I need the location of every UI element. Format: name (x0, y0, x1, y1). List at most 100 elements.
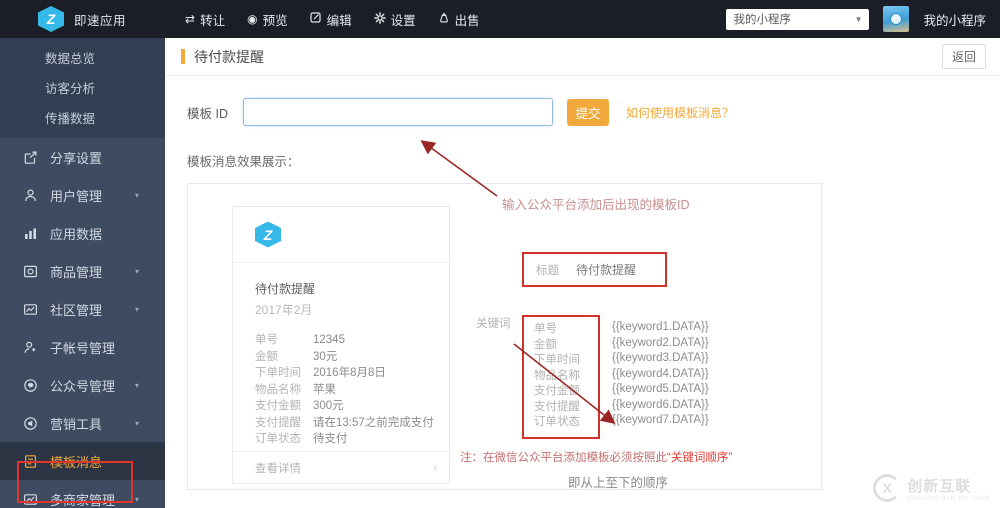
chevron-down-icon: ▼ (854, 14, 863, 24)
keyword-value: {{keyword7.DATA}} (612, 414, 709, 426)
sidebar-item-visitor-analysis[interactable]: 访客分析 (0, 72, 165, 102)
row-value: 苹果 (313, 383, 336, 396)
row-key: 支付提醒 (255, 416, 301, 429)
preview-demo-box: Z 待付款提醒 2017年2月 单号 12345 金额 30元 下单时间 201… (187, 183, 822, 490)
title-accent-bar (181, 49, 185, 64)
sidebar-item-official-account-management[interactable]: 公众号管理 ▾ (0, 366, 165, 404)
top-menu-edit-label: 编辑 (326, 13, 352, 28)
app-select-dropdown[interactable]: 我的小程序 ▼ (726, 8, 870, 30)
sidebar-item-app-data[interactable]: 应用数据 (0, 214, 165, 252)
keyword-name: 物品名称 (534, 369, 580, 382)
top-menu-sell[interactable]: 出售 (438, 10, 480, 29)
row-value: 300元 (313, 400, 344, 412)
sidebar-item-label: 多商家管理 (50, 492, 116, 508)
sidebar-item-label: 商品管理 (50, 264, 103, 280)
top-menu-settings-label: 设置 (390, 13, 416, 28)
table-row: 支付提醒 请在13:57之前完成支付 (255, 415, 449, 432)
top-menu-preview-label: 预览 (262, 13, 288, 28)
sidebar-item-community-management[interactable]: 社区管理 ▾ (0, 290, 165, 328)
z-hexagon-logo-icon: Z (38, 6, 64, 32)
sidebar-item-label: 分享设置 (50, 150, 103, 166)
top-menu-transfer[interactable]: ⇄ 转让 (185, 10, 225, 29)
annotation-box-keywords: 单号 金额 下单时间 物品名称 支付金额 支付提醒 订单状态 (522, 315, 600, 439)
sidebar-item-share-settings[interactable]: 分享设置 (0, 138, 165, 176)
how-to-use-link[interactable]: 如何使用模板消息？ (626, 104, 734, 121)
chevron-down-icon: ▾ (134, 266, 139, 276)
explain-title-row: 标题 标题 待付款提醒 (476, 252, 816, 287)
keyword-name: 支付提醒 (534, 400, 580, 413)
sidebar-item-label: 模板消息 (50, 454, 103, 470)
goods-icon (22, 263, 39, 280)
keyword-name: 支付金额 (534, 385, 580, 397)
template-id-form-row: 模板 ID 提交 如何使用模板消息？ (165, 98, 1000, 126)
row-key: 订单状态 (255, 433, 301, 445)
card-date: 2017年2月 (255, 303, 313, 317)
chevron-down-icon: ▾ (134, 418, 139, 428)
top-menu-sell-label: 出售 (454, 13, 480, 28)
table-row: 下单时间 2016年8月8日 (255, 365, 449, 382)
card-body: 待付款提醒 2017年2月 单号 12345 金额 30元 下单时间 2016年… (233, 263, 449, 448)
template-id-input[interactable] (243, 98, 553, 126)
keyword-value: {{keyword6.DATA}} (612, 398, 709, 411)
top-menu-transfer-label: 转让 (200, 13, 226, 28)
official-account-icon (22, 377, 39, 394)
preview-eye-icon: ◉ (247, 12, 258, 26)
row-key: 单号 (255, 334, 278, 346)
table-row: 金额 30元 (255, 349, 449, 366)
card-detail-label: 查看详情 (255, 462, 301, 475)
sidebar-item-marketing-tools[interactable]: 营销工具 ▾ (0, 404, 165, 442)
sidebar-sub-label: 数据总览 (45, 51, 96, 66)
return-button[interactable]: 返回 (942, 44, 986, 69)
sidebar-item-spread-data[interactable]: 传播数据 (0, 102, 165, 132)
sidebar-item-label: 营销工具 (50, 416, 103, 432)
sub-account-icon (22, 339, 39, 356)
keyword-value: {{keyword5.DATA}} (612, 383, 709, 395)
row-value: 30元 (313, 350, 338, 363)
community-icon (22, 301, 39, 318)
template-explain-panel: 标题 标题 待付款提醒 关键词 单号 金额 下单时间 物品名称 (476, 252, 816, 439)
table-row: 物品名称 苹果 (255, 382, 449, 399)
row-value: 待支付 (313, 433, 348, 445)
sidebar-item-goods-management[interactable]: 商品管理 ▾ (0, 252, 165, 290)
edit-pencil-icon (309, 12, 322, 26)
avatar[interactable] (883, 6, 910, 32)
top-right-zone: 我的小程序 ▼ 我的小程序 (726, 6, 1000, 32)
sidebar-item-multi-merchant-management[interactable]: 多商家管理 ▾ (0, 480, 165, 508)
template-message-card: Z 待付款提醒 2017年2月 单号 12345 金额 30元 下单时间 201… (232, 206, 450, 484)
keyword-name: 单号 (534, 323, 557, 335)
watermark-en: CHUANG XIN HU LIAN (907, 495, 990, 502)
avatar-image (890, 13, 903, 25)
table-row: 订单状态 待支付 (255, 431, 449, 448)
submit-button[interactable]: 提交 (567, 98, 609, 126)
chevron-down-icon: ▾ (134, 304, 139, 314)
sidebar-item-data-overview[interactable]: 数据总览 (0, 42, 165, 72)
sell-moneybag-icon (438, 12, 450, 26)
keyword-values-column: {{keyword1.DATA}} {{keyword2.DATA}} {{ke… (600, 315, 709, 439)
annotation-note-order-direction: 即从上至下的顺序 (568, 476, 669, 490)
user-icon (22, 187, 39, 204)
explain-title-value: 待付款提醒 (576, 263, 637, 277)
table-row: 支付金额 300元 (255, 398, 449, 415)
explain-keyword-row: 关键词 单号 金额 下单时间 物品名称 支付金额 支付提醒 订单状态 {{key… (476, 315, 816, 439)
top-menu-edit[interactable]: 编辑 (309, 10, 352, 29)
template-message-icon (22, 453, 39, 470)
row-key: 支付金额 (255, 400, 301, 412)
keyword-name: 金额 (534, 338, 557, 351)
sidebar-sub-block: 数据总览 访客分析 传播数据 (0, 38, 165, 138)
user-name: 我的小程序 (923, 13, 986, 28)
top-menu-settings[interactable]: 设置 (373, 10, 416, 29)
annotation-box-title: 标题 待付款提醒 (522, 252, 667, 287)
top-menu-preview[interactable]: ◉ 预览 (247, 10, 288, 29)
sidebar-item-sub-account-management[interactable]: 子帐号管理 (0, 328, 165, 366)
sidebar-sub-label: 传播数据 (45, 111, 96, 126)
sidebar-item-user-management[interactable]: 用户管理 ▾ (0, 176, 165, 214)
card-detail-link[interactable]: 查看详情 › (233, 451, 449, 483)
sidebar-item-template-message[interactable]: 模板消息 (0, 442, 165, 480)
keyword-value: {{keyword3.DATA}} (612, 352, 709, 364)
transfer-icon: ⇄ (185, 12, 196, 26)
page-title: 待付款提醒 (194, 48, 264, 65)
table-row: 单号 12345 (255, 332, 449, 349)
card-header: Z (233, 207, 449, 263)
preview-section-label: 模板消息效果展示： (187, 155, 300, 169)
watermark-text: 创新互联 CHUANG XIN HU LIAN (907, 475, 990, 502)
